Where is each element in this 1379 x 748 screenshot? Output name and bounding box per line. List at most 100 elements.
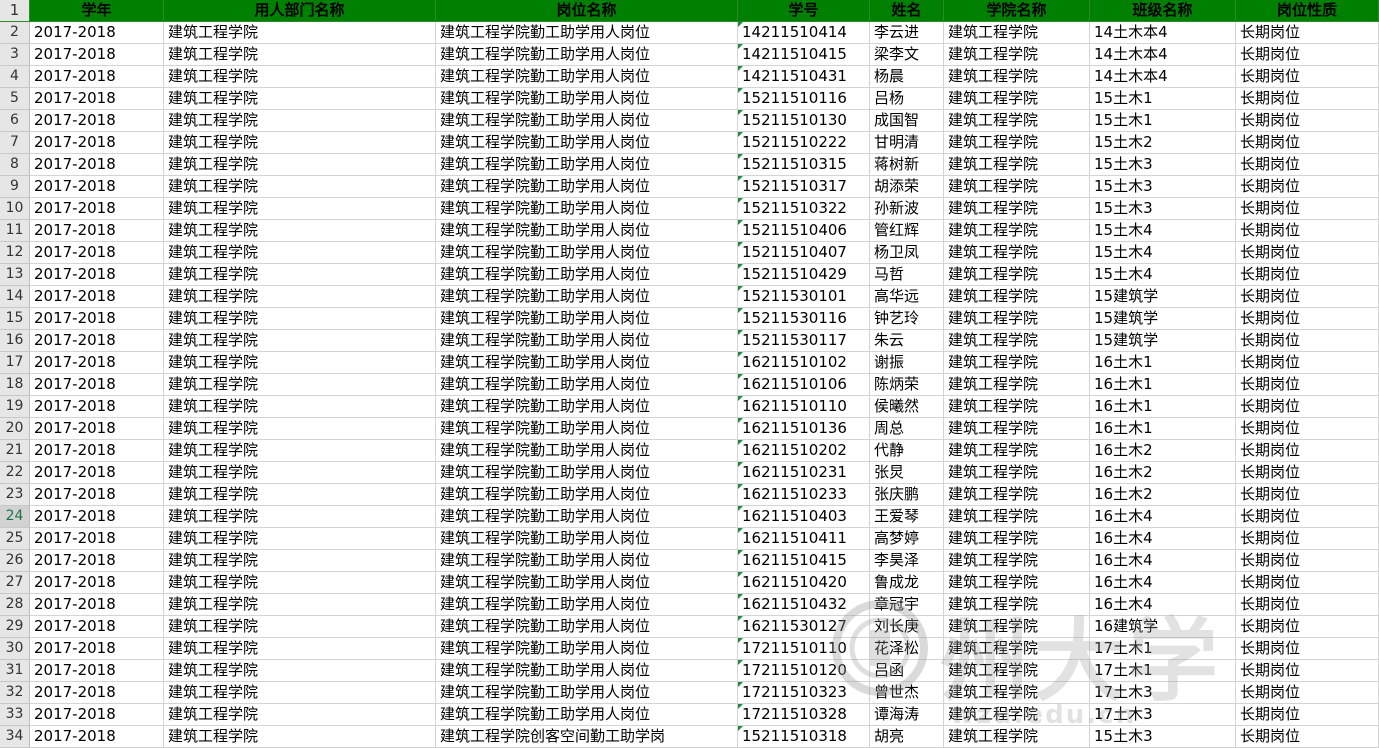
cell-position-type[interactable]: 长期岗位 (1236, 396, 1379, 418)
cell-department[interactable]: 建筑工程学院 (164, 220, 436, 242)
cell-student-id[interactable]: 17211510328 (738, 704, 870, 726)
cell-department[interactable]: 建筑工程学院 (164, 506, 436, 528)
cell-department[interactable]: 建筑工程学院 (164, 418, 436, 440)
cell-class-name[interactable]: 15建筑学 (1090, 308, 1236, 330)
cell-student-id[interactable]: 16211510102 (738, 352, 870, 374)
cell-class-name[interactable]: 16土木4 (1090, 572, 1236, 594)
cell-college[interactable]: 建筑工程学院 (944, 572, 1090, 594)
cell-academic-year[interactable]: 2017-2018 (30, 176, 164, 198)
cell-student-name[interactable]: 代静 (870, 440, 944, 462)
cell-class-name[interactable]: 17土木1 (1090, 660, 1236, 682)
cell-department[interactable]: 建筑工程学院 (164, 352, 436, 374)
cell-student-name[interactable]: 蒋树新 (870, 154, 944, 176)
cell-department[interactable]: 建筑工程学院 (164, 484, 436, 506)
cell-position-name[interactable]: 建筑工程学院勤工助学用人岗位 (436, 66, 738, 88)
cell-student-id[interactable]: 16211510411 (738, 528, 870, 550)
cell-college[interactable]: 建筑工程学院 (944, 638, 1090, 660)
cell-student-id[interactable]: 17211510110 (738, 638, 870, 660)
row-number[interactable]: 11 (0, 220, 30, 242)
cell-department[interactable]: 建筑工程学院 (164, 242, 436, 264)
cell-college[interactable]: 建筑工程学院 (944, 132, 1090, 154)
cell-student-id[interactable]: 17211510120 (738, 660, 870, 682)
cell-position-type[interactable]: 长期岗位 (1236, 242, 1379, 264)
cell-college[interactable]: 建筑工程学院 (944, 308, 1090, 330)
cell-department[interactable]: 建筑工程学院 (164, 110, 436, 132)
cell-student-name[interactable]: 朱云 (870, 330, 944, 352)
cell-position-type[interactable]: 长期岗位 (1236, 638, 1379, 660)
cell-academic-year[interactable]: 2017-2018 (30, 550, 164, 572)
cell-student-name[interactable]: 王爱琴 (870, 506, 944, 528)
cell-academic-year[interactable]: 2017-2018 (30, 682, 164, 704)
cell-position-type[interactable]: 长期岗位 (1236, 572, 1379, 594)
row-number[interactable]: 22 (0, 462, 30, 484)
row-number[interactable]: 26 (0, 550, 30, 572)
cell-position-type[interactable]: 长期岗位 (1236, 88, 1379, 110)
cell-academic-year[interactable]: 2017-2018 (30, 198, 164, 220)
cell-class-name[interactable]: 15建筑学 (1090, 286, 1236, 308)
cell-academic-year[interactable]: 2017-2018 (30, 88, 164, 110)
cell-student-id[interactable]: 15211510222 (738, 132, 870, 154)
header-cell-position-type[interactable]: 岗位性质 (1236, 0, 1379, 22)
row-number[interactable]: 12 (0, 242, 30, 264)
cell-college[interactable]: 建筑工程学院 (944, 440, 1090, 462)
cell-college[interactable]: 建筑工程学院 (944, 88, 1090, 110)
cell-position-name[interactable]: 建筑工程学院勤工助学用人岗位 (436, 440, 738, 462)
cell-class-name[interactable]: 15土木4 (1090, 242, 1236, 264)
cell-student-name[interactable]: 杨晨 (870, 66, 944, 88)
cell-department[interactable]: 建筑工程学院 (164, 132, 436, 154)
cell-position-type[interactable]: 长期岗位 (1236, 132, 1379, 154)
cell-position-type[interactable]: 长期岗位 (1236, 462, 1379, 484)
row-number[interactable]: 16 (0, 330, 30, 352)
cell-class-name[interactable]: 15土木3 (1090, 154, 1236, 176)
cell-academic-year[interactable]: 2017-2018 (30, 660, 164, 682)
cell-class-name[interactable]: 15土木2 (1090, 132, 1236, 154)
cell-academic-year[interactable]: 2017-2018 (30, 462, 164, 484)
cell-academic-year[interactable]: 2017-2018 (30, 440, 164, 462)
cell-class-name[interactable]: 15土木3 (1090, 726, 1236, 748)
cell-department[interactable]: 建筑工程学院 (164, 264, 436, 286)
cell-position-name[interactable]: 建筑工程学院勤工助学用人岗位 (436, 462, 738, 484)
cell-position-type[interactable]: 长期岗位 (1236, 704, 1379, 726)
cell-student-name[interactable]: 吕杨 (870, 88, 944, 110)
cell-position-name[interactable]: 建筑工程学院创客空间勤工助学岗 (436, 726, 738, 748)
row-number[interactable]: 14 (0, 286, 30, 308)
cell-college[interactable]: 建筑工程学院 (944, 616, 1090, 638)
cell-student-name[interactable]: 梁李文 (870, 44, 944, 66)
cell-class-name[interactable]: 16土木4 (1090, 594, 1236, 616)
row-number[interactable]: 29 (0, 616, 30, 638)
cell-department[interactable]: 建筑工程学院 (164, 616, 436, 638)
cell-college[interactable]: 建筑工程学院 (944, 66, 1090, 88)
cell-position-name[interactable]: 建筑工程学院勤工助学用人岗位 (436, 352, 738, 374)
cell-student-id[interactable]: 14211510415 (738, 44, 870, 66)
cell-position-name[interactable]: 建筑工程学院勤工助学用人岗位 (436, 616, 738, 638)
cell-department[interactable]: 建筑工程学院 (164, 22, 436, 44)
cell-student-id[interactable]: 16211510231 (738, 462, 870, 484)
cell-department[interactable]: 建筑工程学院 (164, 66, 436, 88)
cell-class-name[interactable]: 15土木1 (1090, 88, 1236, 110)
cell-position-type[interactable]: 长期岗位 (1236, 484, 1379, 506)
row-number[interactable]: 10 (0, 198, 30, 220)
cell-student-name[interactable]: 李昊泽 (870, 550, 944, 572)
row-number[interactable]: 24 (0, 506, 30, 528)
cell-academic-year[interactable]: 2017-2018 (30, 44, 164, 66)
cell-position-name[interactable]: 建筑工程学院勤工助学用人岗位 (436, 374, 738, 396)
cell-position-type[interactable]: 长期岗位 (1236, 616, 1379, 638)
row-number[interactable]: 28 (0, 594, 30, 616)
cell-position-name[interactable]: 建筑工程学院勤工助学用人岗位 (436, 198, 738, 220)
row-number[interactable]: 8 (0, 154, 30, 176)
cell-student-name[interactable]: 周总 (870, 418, 944, 440)
cell-class-name[interactable]: 16土木1 (1090, 352, 1236, 374)
cell-class-name[interactable]: 16土木1 (1090, 418, 1236, 440)
cell-student-id[interactable]: 15211530116 (738, 308, 870, 330)
cell-position-name[interactable]: 建筑工程学院勤工助学用人岗位 (436, 572, 738, 594)
cell-college[interactable]: 建筑工程学院 (944, 484, 1090, 506)
cell-department[interactable]: 建筑工程学院 (164, 176, 436, 198)
cell-college[interactable]: 建筑工程学院 (944, 660, 1090, 682)
cell-position-name[interactable]: 建筑工程学院勤工助学用人岗位 (436, 154, 738, 176)
cell-college[interactable]: 建筑工程学院 (944, 726, 1090, 748)
cell-student-name[interactable]: 高华远 (870, 286, 944, 308)
cell-college[interactable]: 建筑工程学院 (944, 264, 1090, 286)
cell-student-id[interactable]: 15211510315 (738, 154, 870, 176)
cell-college[interactable]: 建筑工程学院 (944, 352, 1090, 374)
cell-student-name[interactable]: 陈炳荣 (870, 374, 944, 396)
